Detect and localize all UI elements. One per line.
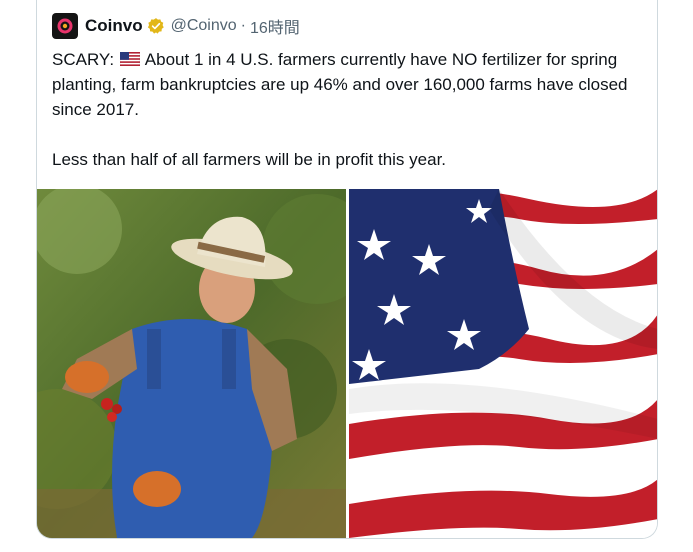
american-flag-photo xyxy=(348,189,657,538)
tweet-paragraph-1: SCARY: About 1 in 4 U.S. farmers current… xyxy=(52,47,652,122)
us-flag-emoji-icon xyxy=(119,52,140,66)
tweet-text: SCARY: About 1 in 4 U.S. farmers current… xyxy=(52,47,652,172)
tweet-prefix: SCARY: xyxy=(52,50,115,69)
tweet-header: Coinvo @Coinvo · 16時間 xyxy=(52,13,300,39)
separator-dot: · xyxy=(240,17,246,34)
timestamp[interactable]: 16時間 xyxy=(250,14,300,38)
display-name[interactable]: Coinvo xyxy=(85,16,143,36)
tweet-paragraph-2: Less than half of all farmers will be in… xyxy=(52,150,447,169)
handle[interactable]: @Coinvo xyxy=(171,17,237,35)
avatar[interactable] xyxy=(52,13,78,39)
tweet-card[interactable]: Coinvo @Coinvo · 16時間 SCARY: About 1 in … xyxy=(36,0,658,539)
media-photo-flag[interactable] xyxy=(348,189,657,538)
media-grid xyxy=(37,189,657,538)
coinvo-logo-icon xyxy=(57,18,73,34)
media-photo-farmer[interactable] xyxy=(37,189,346,538)
verified-badge-icon xyxy=(147,18,164,34)
farmer-photo xyxy=(37,189,346,538)
